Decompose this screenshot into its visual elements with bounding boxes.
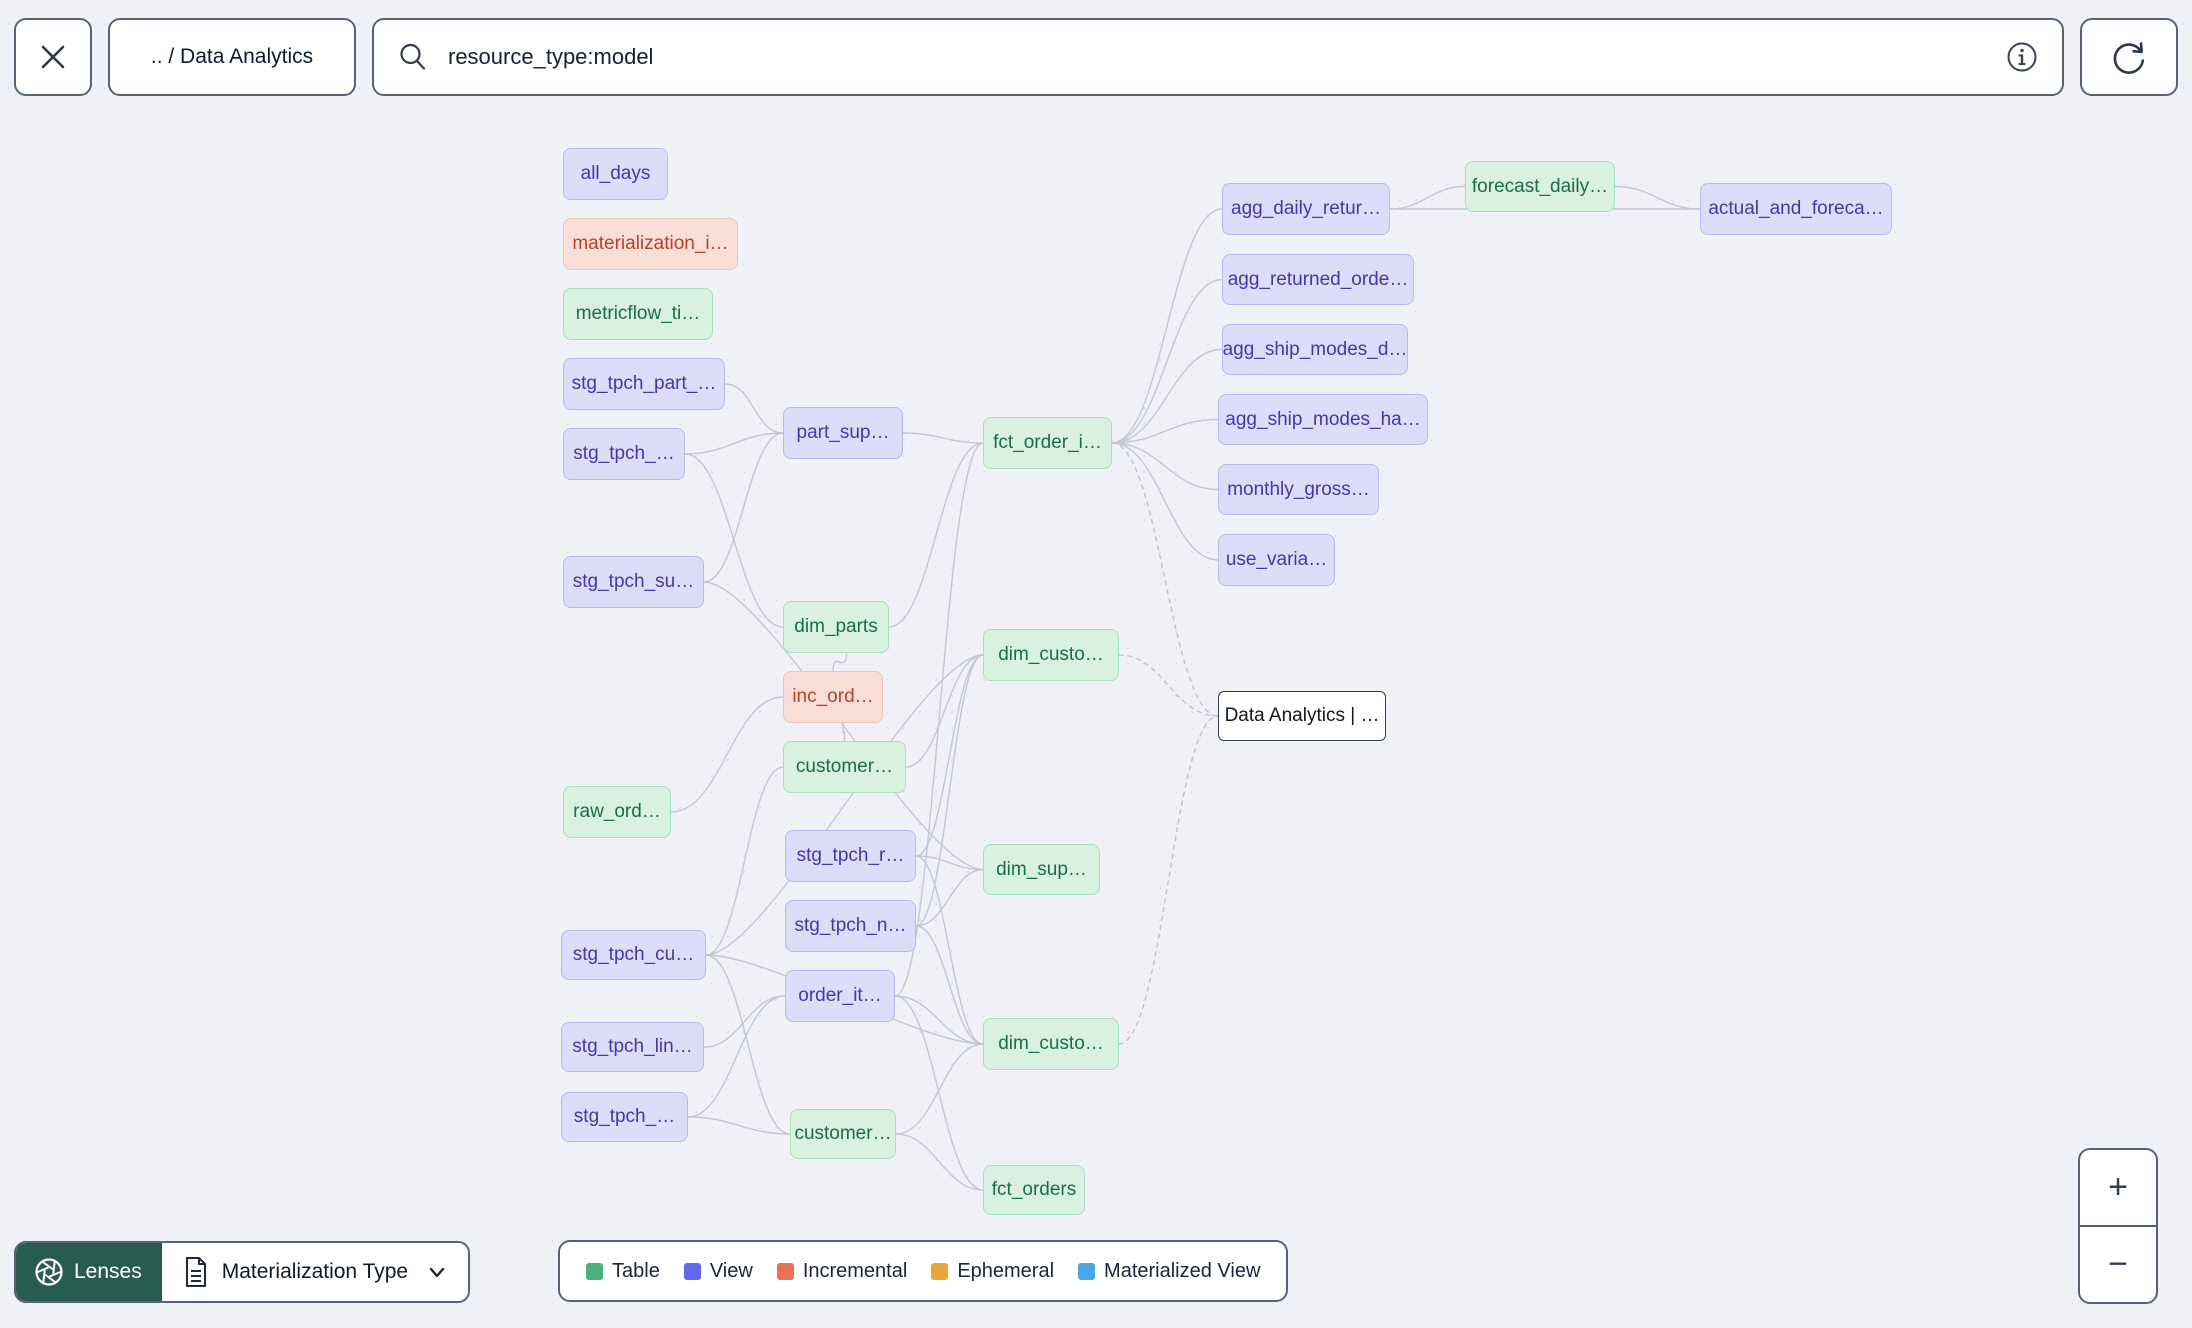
materialization-legend: Table View Incremental Ephemeral Materialize… bbox=[558, 1240, 1289, 1302]
zoom-in-button[interactable]: + bbox=[2080, 1150, 2156, 1227]
graph-node-dim_custo_b[interactable]: dim_custo… bbox=[983, 1018, 1119, 1070]
graph-node-customer_b[interactable]: customer… bbox=[790, 1109, 896, 1159]
graph-node-materialization_i[interactable]: materialization_i… bbox=[563, 218, 738, 270]
lens-aperture-icon bbox=[34, 1257, 64, 1287]
graph-node-stg_tpch_n[interactable]: stg_tpch_n… bbox=[785, 900, 916, 952]
lenses-label: Lenses bbox=[74, 1260, 142, 1283]
legend-label: Materialized View bbox=[1104, 1259, 1261, 1282]
graph-node-stg_tpch_part[interactable]: stg_tpch_part_… bbox=[563, 358, 725, 410]
zoom-controls: + − bbox=[2078, 1148, 2158, 1304]
graph-node-stg_tpch_r[interactable]: stg_tpch_r… bbox=[785, 830, 916, 882]
graph-node-actual_and_foreca[interactable]: actual_and_foreca… bbox=[1700, 183, 1892, 235]
legend-swatch-icon bbox=[1078, 1262, 1096, 1280]
graph-node-fct_orders[interactable]: fct_orders bbox=[983, 1165, 1085, 1215]
graph-node-monthly_gross[interactable]: monthly_gross… bbox=[1218, 464, 1379, 515]
chevron-down-icon bbox=[426, 1261, 448, 1283]
graph-node-stg_tpch_a[interactable]: stg_tpch_… bbox=[563, 428, 685, 480]
graph-node-customer_a[interactable]: customer… bbox=[783, 741, 906, 793]
legend-item: Ephemeral bbox=[931, 1260, 1054, 1283]
graph-node-dim_custo_a[interactable]: dim_custo… bbox=[983, 629, 1119, 681]
legend-item: Table bbox=[586, 1260, 660, 1283]
graph-node-part_sup[interactable]: part_sup… bbox=[783, 407, 903, 459]
legend-item: View bbox=[683, 1259, 753, 1283]
graph-node-metricflow_ti[interactable]: metricflow_ti… bbox=[563, 288, 713, 340]
graph-node-data_analytics[interactable]: Data Analytics | … bbox=[1218, 691, 1386, 741]
legend-swatch-icon bbox=[586, 1262, 603, 1280]
graph-node-order_it[interactable]: order_it… bbox=[785, 970, 895, 1022]
legend-item: Incremental bbox=[776, 1259, 908, 1283]
zoom-out-button[interactable]: − bbox=[2080, 1227, 2156, 1302]
graph-node-stg_tpch_su[interactable]: stg_tpch_su… bbox=[563, 556, 704, 608]
graph-node-stg_tpch_cu[interactable]: stg_tpch_cu… bbox=[561, 930, 706, 980]
graph-node-all_days[interactable]: all_days bbox=[563, 148, 668, 200]
lens-dropdown[interactable]: Materialization Type bbox=[161, 1243, 469, 1301]
legend-label: Table bbox=[612, 1259, 660, 1282]
legend-item: Materialized View bbox=[1078, 1260, 1260, 1283]
graph-node-use_varia[interactable]: use_varia… bbox=[1218, 534, 1335, 586]
graph-node-dim_sup[interactable]: dim_sup… bbox=[983, 844, 1100, 895]
lenses-control: Lenses Materialization Type bbox=[14, 1241, 471, 1303]
legend-label: Incremental bbox=[802, 1259, 908, 1282]
legend-label: View bbox=[709, 1259, 753, 1282]
graph-node-agg_ship_modes_d[interactable]: agg_ship_modes_d… bbox=[1222, 324, 1408, 375]
document-icon bbox=[182, 1256, 210, 1288]
lenses-button[interactable]: Lenses bbox=[16, 1243, 162, 1301]
legend-swatch-icon bbox=[776, 1262, 794, 1280]
node-layer: all_days materialization_i… metricflow_ti…… bbox=[0, 0, 2192, 1328]
graph-node-agg_returned_orde[interactable]: agg_returned_orde… bbox=[1222, 254, 1414, 305]
graph-node-fct_order_i[interactable]: fct_order_i… bbox=[983, 417, 1112, 469]
graph-node-raw_ord[interactable]: raw_ord… bbox=[563, 786, 671, 838]
graph-node-stg_tpch_b[interactable]: stg_tpch_… bbox=[561, 1092, 688, 1142]
graph-node-stg_tpch_lin[interactable]: stg_tpch_lin… bbox=[561, 1022, 704, 1072]
legend-label: Ephemeral bbox=[957, 1259, 1055, 1282]
lens-selected-label: Materialization Type bbox=[221, 1260, 409, 1283]
legend-swatch-icon bbox=[931, 1262, 949, 1280]
graph-node-agg_ship_modes_ha[interactable]: agg_ship_modes_ha… bbox=[1218, 394, 1428, 445]
graph-node-agg_daily_retur[interactable]: agg_daily_retur… bbox=[1222, 183, 1390, 235]
graph-node-dim_parts[interactable]: dim_parts bbox=[783, 601, 889, 653]
graph-node-inc_ord[interactable]: inc_ord… bbox=[783, 671, 883, 723]
graph-node-forecast_daily[interactable]: forecast_daily… bbox=[1465, 161, 1615, 212]
legend-swatch-icon bbox=[683, 1262, 701, 1280]
